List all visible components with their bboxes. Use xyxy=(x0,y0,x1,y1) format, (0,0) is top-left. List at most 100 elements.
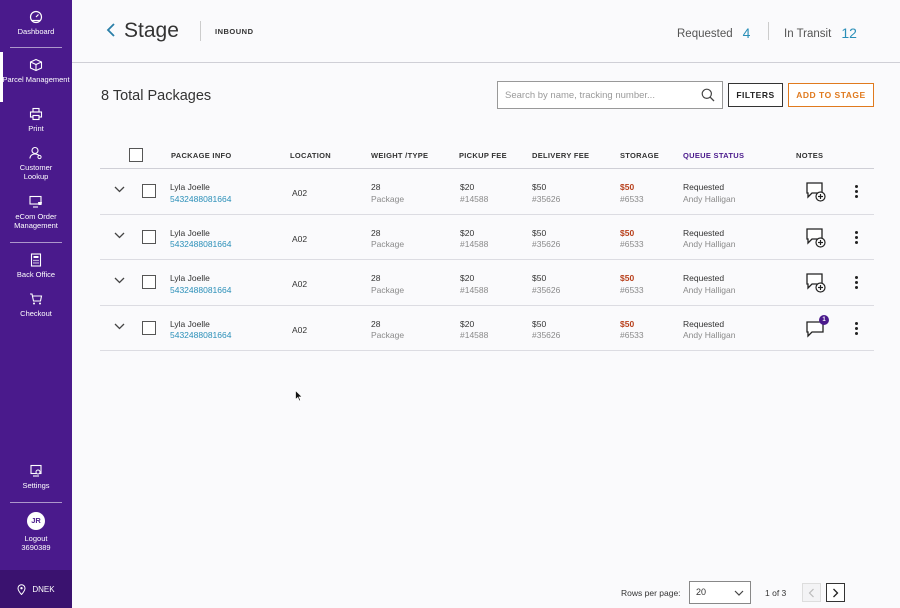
storage-fee: $50 #6533 xyxy=(620,182,644,205)
column-header-storage[interactable]: STORAGE xyxy=(620,151,659,160)
cart-icon xyxy=(30,293,43,305)
stat-value: 12 xyxy=(841,25,857,41)
storage-fee-value: $50 xyxy=(620,318,635,329)
location-label: DNEK xyxy=(32,584,55,594)
printer-icon xyxy=(29,107,43,121)
add-note-icon[interactable] xyxy=(805,181,827,203)
more-options-icon[interactable] xyxy=(855,230,859,246)
sidebar-item-dashboard[interactable]: Dashboard xyxy=(0,10,72,36)
tracking-number-link[interactable]: 5432488081664 xyxy=(170,194,231,206)
delivery-fee: $50 #35626 xyxy=(532,228,560,251)
queue-status: Requested Andy Halligan xyxy=(683,273,735,296)
chevron-left-icon[interactable] xyxy=(106,22,116,38)
more-options-icon[interactable] xyxy=(855,276,859,291)
package-info: Lyla Joelle 5432488081664 xyxy=(170,228,231,251)
search-input[interactable] xyxy=(498,82,688,108)
row-checkbox[interactable] xyxy=(142,229,156,244)
total-packages: 8 Total Packages xyxy=(101,88,212,104)
delivery-ref: #35626 xyxy=(532,193,561,204)
package-info: Lyla Joelle 5432488081664 xyxy=(170,319,231,342)
pickup-fee: $20 #14588 xyxy=(460,273,488,296)
status-value: Requested xyxy=(683,318,725,329)
location-selector[interactable]: DNEK xyxy=(0,570,72,608)
sidebar-item-back-office[interactable]: Back Office xyxy=(0,253,72,279)
rows-per-page-select[interactable]: 20 xyxy=(689,581,751,604)
sidebar-item-ecom-order-management[interactable]: eCom Order Management xyxy=(0,195,72,230)
delivery-ref: #35626 xyxy=(532,284,561,295)
tracking-number-link[interactable]: 5432488081664 xyxy=(170,330,231,342)
table-row[interactable]: Lyla Joelle 5432488081664 A02 28 Package $… xyxy=(100,260,874,306)
add-note-icon[interactable] xyxy=(805,227,827,249)
packages-table: PACKAGE INFO LOCATION WEIGHT /TYPE PICKU… xyxy=(100,140,874,351)
recipient-name: Lyla Joelle xyxy=(170,227,210,238)
agent-name: Andy Halligan xyxy=(683,284,736,295)
delivery-ref: #35626 xyxy=(532,330,561,340)
status-value: Requested xyxy=(683,227,725,238)
sidebar-item-label: Parcel Management xyxy=(2,75,70,84)
pickup-fee-value: $20 xyxy=(460,273,475,283)
column-header-location[interactable]: LOCATION xyxy=(290,151,331,160)
sidebar-item-label: Print xyxy=(28,124,44,133)
storage-ref: #6533 xyxy=(620,284,644,295)
sidebar-item-label: eCom Order Management xyxy=(14,212,58,230)
chevron-down-icon[interactable] xyxy=(114,186,125,193)
column-header-delivery-fee[interactable]: DELIVERY FEE xyxy=(532,151,589,160)
add-to-stage-button[interactable]: ADD TO STAGE xyxy=(788,83,874,107)
table-row[interactable]: Lyla Joelle 5432488081664 A02 28 Package $… xyxy=(100,169,874,215)
stat-label: Requested xyxy=(677,28,733,40)
agent-name: Andy Halligan xyxy=(683,330,736,340)
table-row[interactable]: Lyla Joelle 5432488081664 A02 28 Package $… xyxy=(100,215,874,260)
sidebar-item-label: Back Office xyxy=(16,270,56,279)
chevron-down-icon[interactable] xyxy=(114,323,125,330)
tracking-number-link[interactable]: 5432488081664 xyxy=(170,239,231,251)
map-pin-icon xyxy=(17,583,26,595)
column-header-pickup-fee[interactable]: PICKUP FEE xyxy=(459,151,507,160)
more-options-icon[interactable] xyxy=(855,185,859,200)
delivery-fee-value: $50 xyxy=(532,318,547,329)
storage-ref: #6533 xyxy=(620,330,644,340)
storage-fee: $50 #6533 xyxy=(620,319,644,342)
user-search-icon xyxy=(29,146,42,160)
user-id: 3690389 xyxy=(21,543,51,552)
chevron-down-icon[interactable] xyxy=(114,277,125,284)
column-header-queue-status[interactable]: QUEUE STATUS xyxy=(683,151,744,160)
next-page-button[interactable] xyxy=(826,583,845,602)
package-info: Lyla Joelle 5432488081664 xyxy=(170,273,231,296)
rows-per-page-label: Rows per page: xyxy=(621,588,681,598)
status-value: Requested xyxy=(683,182,725,192)
weight-value: 28 xyxy=(371,227,381,238)
select-all-checkbox[interactable] xyxy=(129,148,143,162)
column-header-package-info[interactable]: PACKAGE INFO xyxy=(171,151,232,160)
avatar: JR xyxy=(27,512,45,530)
row-checkbox[interactable] xyxy=(142,184,156,198)
pickup-fee: $20 #14588 xyxy=(460,182,488,205)
column-header-weight-type[interactable]: WEIGHT /TYPE xyxy=(371,151,428,160)
sidebar-item-customer-lookup[interactable]: Customer Lookup xyxy=(0,146,72,181)
tracking-number-link[interactable]: 5432488081664 xyxy=(170,285,231,297)
weight-value: 28 xyxy=(371,182,381,192)
page-subtitle: INBOUND xyxy=(215,27,254,36)
chevron-down-icon[interactable] xyxy=(114,232,125,239)
more-options-icon[interactable] xyxy=(855,321,859,337)
sidebar-item-settings[interactable]: Settings xyxy=(0,464,72,490)
weight-value: 28 xyxy=(371,318,381,329)
chevron-left-icon xyxy=(808,588,814,597)
delivery-ref: #35626 xyxy=(532,239,561,249)
row-checkbox[interactable] xyxy=(142,275,156,289)
sidebar-item-parcel-management[interactable]: Parcel Management xyxy=(0,52,72,102)
rows-per-page-value: 20 xyxy=(696,587,707,597)
row-checkbox[interactable] xyxy=(142,320,156,335)
delivery-fee-value: $50 xyxy=(532,273,547,283)
filters-button[interactable]: FILTERS xyxy=(728,83,783,107)
weight-value: 28 xyxy=(371,273,381,283)
storage-fee: $50 #6533 xyxy=(620,228,644,251)
previous-page-button[interactable] xyxy=(802,583,821,602)
sidebar-item-checkout[interactable]: Checkout xyxy=(0,292,72,318)
table-row[interactable]: Lyla Joelle 5432488081664 A02 28 Package $… xyxy=(100,306,874,351)
logout-button[interactable]: JR Logout 3690389 xyxy=(0,512,72,552)
pickup-ref: #14588 xyxy=(460,284,489,295)
add-note-icon[interactable] xyxy=(805,272,827,294)
sidebar-item-print[interactable]: Print xyxy=(0,107,72,133)
search-icon[interactable] xyxy=(701,88,715,102)
agent-name: Andy Halligan xyxy=(683,193,736,204)
